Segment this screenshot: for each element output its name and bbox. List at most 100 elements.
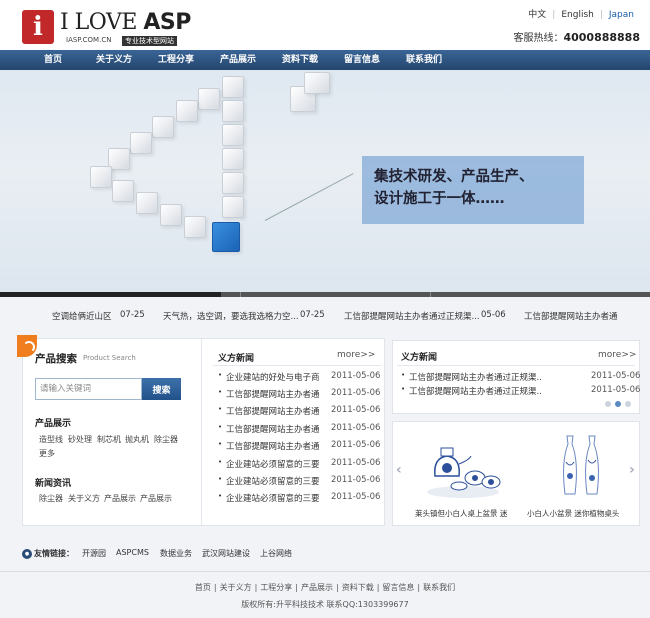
news-tag[interactable]: 关于义方 (68, 493, 100, 504)
news-more-link[interactable]: more>> (337, 350, 375, 360)
product-more-link[interactable]: 更多 (39, 448, 55, 459)
ticker-date: 07-25 (120, 310, 145, 320)
slider-dot[interactable] (625, 401, 631, 407)
hotline: 客服热线：4000888888 (513, 29, 640, 44)
footer-link[interactable]: 产品展示 (298, 583, 336, 592)
search-input[interactable] (35, 378, 142, 400)
tea-set-image[interactable] (423, 436, 503, 500)
news-row[interactable]: • 工信部提醒网站主办者通 2011-05-06 (218, 423, 381, 437)
header: i I LOVE ASP IASP.COM.CN 专业技术型网站 中文 | Engl… (0, 0, 650, 50)
ticker-item[interactable]: 工信部提醒网站主办者通 (524, 310, 618, 322)
side-news-row-date: 2011-05-06 (591, 385, 641, 395)
news-row-date: 2011-05-06 (331, 475, 381, 485)
nav-item-messages[interactable]: 留言信息 (344, 50, 380, 70)
news-row-title[interactable]: 企业建站必须留意的三要 (226, 492, 322, 504)
banner-progress-bar[interactable] (0, 292, 650, 297)
nav-item-home[interactable]: 首页 (44, 50, 62, 70)
link-icon: ● (22, 549, 32, 559)
slider-dot[interactable] (605, 401, 611, 407)
footer-link[interactable]: 留言信息 (379, 583, 417, 592)
bullet-icon: • (218, 458, 223, 466)
language-switcher: 中文 | English | Japan (522, 7, 640, 20)
product-caption[interactable]: 小白人小盆景 迷你植物桌头 (527, 508, 619, 519)
product-tag[interactable]: 抛丸机 (125, 434, 149, 445)
logo-text: I LOVE ASP (60, 10, 191, 36)
footer-link[interactable]: 资料下载 (339, 583, 377, 592)
side-news-row[interactable]: • 工信部提醒网站主办者通过正规渠... 2011-05-06 (401, 371, 640, 384)
product-tag[interactable]: 砂处理 (68, 434, 92, 445)
friend-link[interactable]: 武汉网站建设 (202, 548, 250, 559)
product-tag[interactable]: 造型线 (39, 434, 63, 445)
product-gallery: ‹ › 莱头镇但小白人桌上盆景 迷 小白人小盆景 迷你植物桌头 (392, 421, 640, 526)
lang-japan[interactable]: Japan (603, 10, 640, 20)
news-row-date: 2011-05-06 (331, 423, 381, 433)
nav-item-about[interactable]: 关于义方 (96, 50, 132, 70)
news-row-title[interactable]: 工信部提醒网站主办者通 (226, 423, 322, 435)
friend-link[interactable]: 开源园 (82, 548, 106, 559)
logo-i-icon: i (22, 10, 54, 44)
progress-tick (430, 292, 431, 297)
news-row-date: 2011-05-06 (331, 405, 381, 415)
product-caption[interactable]: 莱头镇但小白人桌上盆景 迷 (415, 508, 507, 519)
nav-item-contact[interactable]: 联系我们 (406, 50, 442, 70)
footer-link[interactable]: 关于义方 (217, 583, 255, 592)
ticker-item[interactable]: 空调给俩近山区 (52, 310, 112, 322)
news-row-date: 2011-05-06 (331, 440, 381, 450)
chevron-right-icon[interactable]: › (629, 462, 635, 478)
ticker-item[interactable]: 天气热，选空调，要选我选格力空... (163, 310, 299, 322)
news-row[interactable]: • 企业建站必须留意的三要 2011-05-06 (218, 492, 381, 506)
news-row[interactable]: • 工信部提醒网站主办者通 2011-05-06 (218, 405, 381, 419)
news-row-title[interactable]: 工信部提醒网站主办者通 (226, 405, 322, 417)
friend-link[interactable]: 数据业务 (160, 548, 192, 559)
logo-text-b: ASP (143, 10, 191, 35)
banner-caption-line1: 集技术研发、产品生产、 (374, 169, 534, 185)
news-divider (213, 365, 381, 366)
news-row[interactable]: • 企业建站的好处与电子商 2011-05-06 (218, 371, 381, 385)
nav-item-projects[interactable]: 工程分享 (158, 50, 194, 70)
news-row-title[interactable]: 企业建站必须留意的三要 (226, 458, 322, 470)
lang-chinese[interactable]: 中文 (522, 10, 552, 20)
footer-link[interactable]: 工程分享 (257, 583, 295, 592)
news-row-title[interactable]: 企业建站的好处与电子商 (226, 371, 322, 383)
site-logo[interactable]: i I LOVE ASP IASP.COM.CN 专业技术型网站 (22, 10, 191, 46)
news-tag[interactable]: 产品展示 (104, 493, 136, 504)
news-ticker: 空调给俩近山区 07-25 天气热，选空调，要选我选格力空... 07-25 工… (0, 310, 650, 328)
news-row-title[interactable]: 工信部提醒网站主办者通 (226, 440, 322, 452)
side-news-row[interactable]: • 工信部提醒网站主办者通过正规渠... 2011-05-06 (401, 385, 640, 398)
lang-english[interactable]: English (555, 10, 600, 20)
news-tag[interactable]: 除尘器 (39, 493, 63, 504)
news-row[interactable]: • 工信部提醒网站主办者通 2011-05-06 (218, 440, 381, 454)
logo-text-a: I LOVE (60, 10, 144, 35)
slider-dot-active[interactable] (615, 401, 621, 407)
product-search-subtitle: Product Search (83, 354, 136, 362)
side-news-row-title[interactable]: 工信部提醒网站主办者通过正规渠... (409, 385, 541, 397)
vase-pair-image[interactable] (551, 432, 611, 502)
news-row-title[interactable]: 工信部提醒网站主办者通 (226, 388, 322, 400)
news-tag[interactable]: 产品展示 (140, 493, 172, 504)
side-news-divider (397, 365, 635, 366)
friend-link[interactable]: ASPCMS (116, 548, 149, 557)
product-search-title: 产品搜索 (35, 353, 77, 365)
bullet-icon: • (401, 371, 406, 379)
logo-url: IASP.COM.CN (66, 36, 112, 44)
chevron-left-icon[interactable]: ‹ (396, 462, 402, 478)
bullet-icon: • (218, 405, 223, 413)
hero-banner[interactable]: 集技术研发、产品生产、 设计施工于一体…… (0, 70, 650, 292)
side-news-row-title[interactable]: 工信部提醒网站主办者通过正规渠... (409, 371, 541, 383)
nav-item-products[interactable]: 产品展示 (220, 50, 256, 70)
search-button[interactable]: 搜索 (142, 378, 181, 400)
news-row-date: 2011-05-06 (331, 371, 381, 381)
news-row-date: 2011-05-06 (331, 492, 381, 502)
news-row-title[interactable]: 企业建站必须留意的三要 (226, 475, 322, 487)
product-tag[interactable]: 制芯机 (97, 434, 121, 445)
product-tag[interactable]: 除尘器 (154, 434, 178, 445)
news-row[interactable]: • 企业建站必须留意的三要 2011-05-06 (218, 475, 381, 489)
news-row[interactable]: • 工信部提醒网站主办者通 2011-05-06 (218, 388, 380, 402)
footer-link[interactable]: 首页 (192, 583, 214, 592)
side-news-more-link[interactable]: more>> (598, 350, 636, 360)
ticker-item[interactable]: 工信部提醒网站主办者通过正规渠... (344, 310, 480, 322)
nav-item-downloads[interactable]: 资料下载 (282, 50, 318, 70)
news-row[interactable]: • 企业建站必须留意的三要 2011-05-06 (218, 458, 380, 472)
footer-link[interactable]: 联系我们 (420, 583, 458, 592)
friend-link[interactable]: 上谷网络 (260, 548, 292, 559)
